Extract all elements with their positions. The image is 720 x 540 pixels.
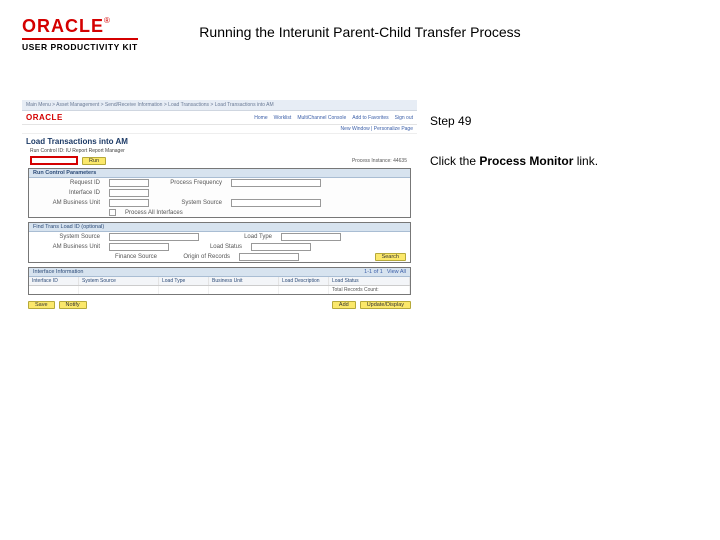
interface-table: Interface Information 1-1 of 1 View All … xyxy=(28,267,411,295)
col-interface-id: Interface ID xyxy=(29,277,79,285)
process-freq-label: Process Frequency xyxy=(155,180,225,186)
origin-label: Origin of Records xyxy=(163,254,233,260)
table-viewall[interactable]: View All xyxy=(387,269,406,275)
am-bu-label: AM Business Unit xyxy=(33,200,103,206)
col-load-desc: Load Description xyxy=(279,277,329,285)
nav-multichannel[interactable]: MultiChannel Console xyxy=(297,115,346,121)
nav-signout[interactable]: Sign out xyxy=(395,115,413,121)
col-load-status: Load Status xyxy=(329,277,410,285)
process-all-label: Process All Interfaces xyxy=(125,210,183,216)
process-monitor-highlight[interactable] xyxy=(30,156,78,165)
find-system-source-input[interactable] xyxy=(109,233,199,241)
run-control-panel: Run Control Parameters Request ID Proces… xyxy=(28,168,411,218)
save-button[interactable]: Save xyxy=(28,301,55,309)
screen-header: Load Transactions into AM xyxy=(26,137,413,146)
table-row: Total Records Count: xyxy=(29,286,410,294)
find-panel-title: Find Trans Load ID (optional) xyxy=(29,223,410,232)
process-all-checkbox[interactable] xyxy=(109,209,116,216)
system-source-input[interactable] xyxy=(231,199,321,207)
finance-source-label: Finance Source xyxy=(115,254,157,260)
interface-table-header: Interface Information 1-1 of 1 View All xyxy=(29,268,410,277)
search-button[interactable]: Search xyxy=(375,253,406,261)
find-am-bu-label: AM Business Unit xyxy=(33,244,103,250)
sub-nav[interactable]: New Window | Personalize Page xyxy=(22,125,417,134)
find-load-type-label: Load Type xyxy=(205,234,275,240)
run-control-panel-title: Run Control Parameters xyxy=(29,169,410,178)
find-system-source-label: System Source xyxy=(33,234,103,240)
interface-table-title: Interface Information xyxy=(33,269,83,275)
am-bu-input[interactable] xyxy=(109,199,149,207)
find-load-status-input[interactable] xyxy=(251,243,311,251)
instruction-suffix: link. xyxy=(573,154,598,168)
instruction-text: Click the Process Monitor link. xyxy=(430,154,598,168)
update-display-button[interactable]: Update/Display xyxy=(360,301,411,309)
table-pager[interactable]: 1-1 of 1 xyxy=(364,269,383,275)
interface-id-label: Interface ID xyxy=(33,190,103,196)
process-instance: Process Instance: 44635 xyxy=(22,158,407,164)
request-id-input[interactable] xyxy=(109,179,149,187)
find-load-status-label: Load Status xyxy=(175,244,245,250)
instruction-prefix: Click the xyxy=(430,154,479,168)
notify-button[interactable]: Notify xyxy=(59,301,87,309)
run-control-info: Run Control ID: IU Report Report Manager xyxy=(30,148,409,154)
app-logo: ORACLE xyxy=(26,113,63,122)
top-nav: Home Worklist MultiChannel Console Add t… xyxy=(254,115,413,121)
screen-title: Load Transactions into AM xyxy=(26,137,128,146)
logo-subtitle: USER PRODUCTIVITY KIT xyxy=(22,42,138,52)
request-id-label: Request ID xyxy=(33,180,103,186)
nav-home[interactable]: Home xyxy=(254,115,267,121)
app-screenshot: Main Menu > Asset Management > Send/Rece… xyxy=(22,100,417,300)
find-panel: Find Trans Load ID (optional) System Sou… xyxy=(28,222,411,263)
system-source-label: System Source xyxy=(155,200,225,206)
col-business-unit: Business Unit xyxy=(209,277,279,285)
col-load-type: Load Type xyxy=(159,277,209,285)
find-am-bu-input[interactable] xyxy=(109,243,169,251)
breadcrumb: Main Menu > Asset Management > Send/Rece… xyxy=(22,100,417,111)
origin-input[interactable] xyxy=(239,253,299,261)
screen-footer: Save Notify Add Update/Display xyxy=(28,301,411,309)
col-system-source: System Source xyxy=(79,277,159,285)
instruction-bold: Process Monitor xyxy=(479,154,573,168)
run-button[interactable]: Run xyxy=(82,157,106,165)
table-head: Interface ID System Source Load Type Bus… xyxy=(29,277,410,286)
find-load-type-input[interactable] xyxy=(281,233,341,241)
nav-worklist[interactable]: Worklist xyxy=(274,115,292,121)
app-topbar: ORACLE Home Worklist MultiChannel Consol… xyxy=(22,111,417,125)
add-button[interactable]: Add xyxy=(332,301,356,309)
nav-add-favorites[interactable]: Add to Favorites xyxy=(352,115,388,121)
interface-id-input[interactable] xyxy=(109,189,149,197)
process-freq-input[interactable] xyxy=(231,179,321,187)
step-label: Step 49 xyxy=(430,114,471,128)
page-title: Running the Interunit Parent-Child Trans… xyxy=(0,24,720,40)
